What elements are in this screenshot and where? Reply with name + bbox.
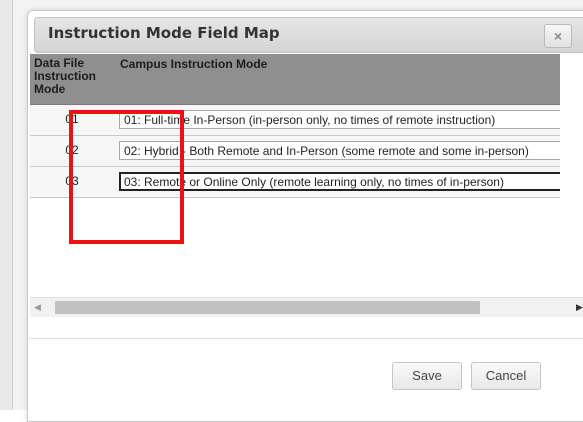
scroll-right-icon[interactable]: ▶ (576, 302, 583, 313)
campus-mode-select[interactable]: 03: Remote or Online Only (remote learni… (119, 172, 560, 191)
background-sidebar (0, 0, 12, 410)
sidebar-divider (12, 0, 13, 410)
campus-mode-select[interactable]: 01: Full-time In-Person (in-person only,… (119, 110, 560, 129)
campus-mode-select[interactable]: 02: Hybrid - Both Remote and In-Person (… (119, 141, 560, 160)
horizontal-scrollbar[interactable]: ◀ ▶ (30, 297, 583, 317)
scroll-left-icon[interactable]: ◀ (34, 302, 41, 313)
header-campus-instruction-mode: Campus Instruction Mode (120, 57, 268, 71)
dialog-title: Instruction Mode Field Map (48, 24, 280, 42)
cancel-button[interactable]: Cancel (471, 362, 541, 390)
close-icon[interactable]: × (544, 24, 572, 48)
header-data-file-instruction-mode: Data File Instruction Mode (34, 57, 96, 96)
red-highlight-box (69, 110, 184, 244)
footer-divider (27, 338, 583, 339)
table-header: Data File Instruction Mode Campus Instru… (30, 54, 560, 105)
save-button[interactable]: Save (392, 362, 462, 390)
scrollbar-thumb[interactable] (55, 301, 480, 314)
dialog-titlebar: Instruction Mode Field Map × (34, 17, 583, 53)
